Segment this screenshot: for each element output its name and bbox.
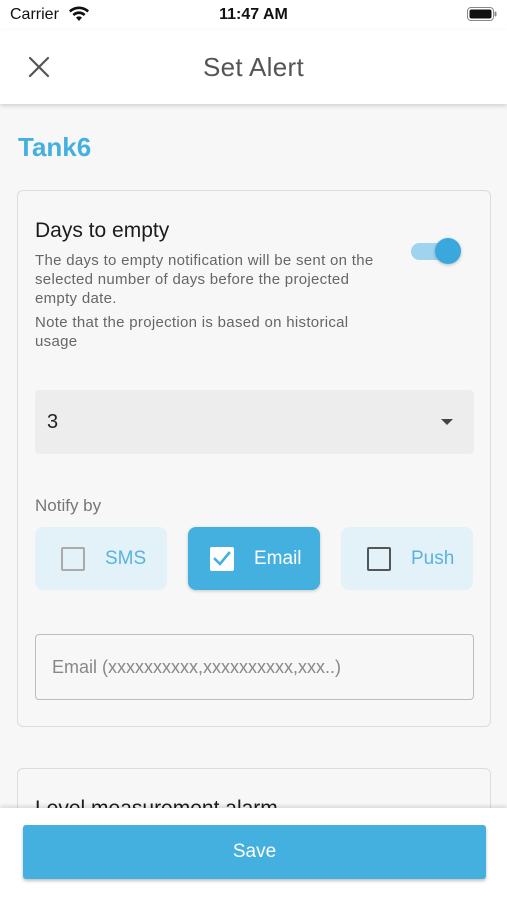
notify-push-chip[interactable]: Push bbox=[341, 527, 473, 590]
days-select[interactable]: 3 bbox=[35, 390, 474, 454]
email-field[interactable] bbox=[35, 634, 474, 700]
page-title: Set Alert bbox=[203, 52, 304, 82]
bottom-bar: Save bbox=[0, 808, 507, 900]
level-alarm-title: Level measurement alarm bbox=[35, 797, 278, 808]
push-label: Push bbox=[411, 548, 455, 569]
checkmark-icon bbox=[213, 551, 231, 566]
days-to-empty-note: Note that the projection is based on his… bbox=[35, 314, 349, 350]
days-to-empty-toggle[interactable] bbox=[411, 237, 461, 265]
days-to-empty-card: Days to empty The days to empty notifica… bbox=[17, 190, 491, 727]
tank-name: Tank6 bbox=[18, 132, 92, 162]
dropdown-arrow-icon bbox=[441, 419, 453, 425]
notify-by-label: Notify by bbox=[35, 496, 102, 515]
days-select-value: 3 bbox=[47, 411, 59, 433]
battery-icon bbox=[467, 7, 497, 21]
days-to-empty-title: Days to empty bbox=[35, 219, 170, 242]
sms-label: SMS bbox=[105, 548, 147, 569]
days-to-empty-description: The days to empty notification will be s… bbox=[35, 252, 374, 307]
status-time: 11:47 AM bbox=[219, 6, 288, 23]
email-input[interactable] bbox=[36, 635, 473, 699]
email-label: Email bbox=[254, 548, 302, 569]
save-button[interactable]: Save bbox=[23, 825, 486, 879]
level-alarm-card: Level measurement alarm bbox=[17, 768, 491, 808]
sms-checkbox[interactable] bbox=[61, 547, 85, 571]
content-scroll[interactable]: Tank6 Days to empty The days to empty no… bbox=[0, 104, 507, 808]
notify-sms-chip[interactable]: SMS bbox=[35, 527, 167, 590]
status-bar: Carrier 11:47 AM bbox=[0, 0, 507, 30]
email-checkbox[interactable] bbox=[210, 547, 234, 571]
notify-email-chip[interactable]: Email bbox=[188, 527, 320, 590]
push-checkbox[interactable] bbox=[367, 547, 391, 571]
toggle-knob bbox=[435, 238, 461, 264]
nav-bar: Set Alert bbox=[0, 30, 507, 104]
